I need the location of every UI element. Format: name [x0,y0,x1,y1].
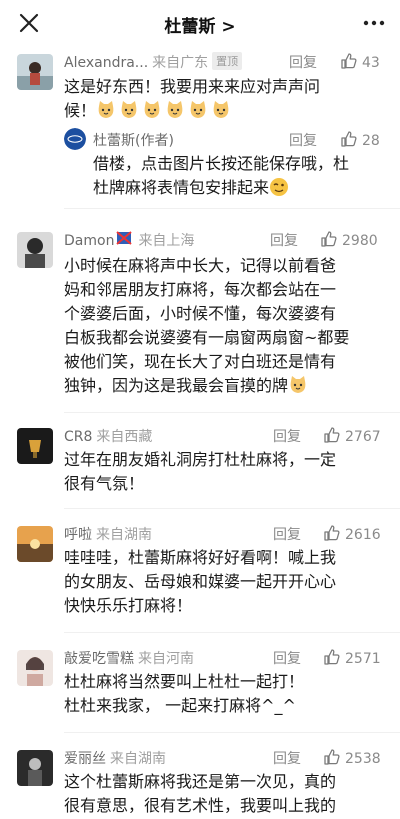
flag-badge-icon [116,231,133,245]
username[interactable]: Alexandra... [64,55,148,71]
reply-button[interactable]: 回复 [270,230,298,250]
location: 来自西藏 [96,429,153,445]
username[interactable]: CR8 [64,429,92,445]
reply-button[interactable]: 回复 [289,130,317,150]
reply-button[interactable]: 回复 [273,648,301,668]
wink-face-icon [270,178,289,196]
like-count: 2538 [345,751,381,767]
avatar[interactable] [17,526,53,562]
username[interactable]: 爱丽丝 [64,751,106,767]
comment-text: 哇哇哇，杜蕾斯麻将好好看啊！喊上我 的女朋友、岳母娘和媒婆一起开开心心 快快乐乐… [64,548,337,615]
comment-text: 杜杜麻将当然要叫上杜杜一起打！ 杜杜来我家， 一起来打麻将^_^ [64,672,305,715]
like-button[interactable]: 2767 [323,426,381,445]
thumbs-up-icon [324,525,340,541]
comment-item: Alexandra... 来自广东 置顶 回复 43 这是好东西！我要用来来应对声声… [0,46,400,197]
more-icon[interactable] [362,14,386,32]
reply-button[interactable]: 回复 [273,524,301,544]
divider [64,412,400,413]
divider [64,508,400,509]
cat-face-icon [144,101,160,118]
like-button[interactable]: 2538 [323,748,381,767]
location: 来自上海 [138,233,195,249]
reply-button[interactable]: 回复 [273,426,301,446]
thumbs-up-icon [324,427,340,443]
comment-text: 小时候在麻将声中长大，记得以前看爸 妈和邻居朋友打麻将，每次都会站在一 个婆婆后… [64,256,350,395]
top-bar: 杜蕾斯 > [0,0,400,46]
cat-face-icon [167,101,183,118]
cat-face-icon [190,101,206,118]
thumbs-up-icon [341,53,357,69]
cat-face-icon [290,376,306,393]
reply-button[interactable]: 回复 [273,748,301,768]
divider [64,632,400,633]
avatar[interactable] [17,428,53,464]
username[interactable]: Damon [64,233,114,249]
thumbs-up-icon [321,231,337,247]
author-reply-text: 借楼，点击图片长按还能保存哦，杜 杜牌麻将表情包安排起来 [93,154,350,197]
cat-face-icon [98,101,114,118]
comment-text: 这是好东西！我要用来来应对声声问 候！ [64,75,384,123]
page-title[interactable]: 杜蕾斯 > [0,12,400,37]
author-avatar[interactable] [64,128,86,150]
like-button[interactable]: 2980 [320,230,378,249]
comment-line: 候！ [64,99,384,123]
avatar[interactable] [17,650,53,686]
like-button[interactable]: 28 [340,130,380,149]
thumbs-up-icon [341,131,357,147]
like-count: 2980 [342,233,378,249]
like-button[interactable]: 2616 [323,524,381,543]
location: 来自湖南 [110,751,166,767]
like-count: 28 [362,133,380,149]
thumbs-up-icon [324,749,340,765]
avatar[interactable] [17,232,53,268]
thumbs-up-icon [324,649,340,665]
like-count: 2767 [345,429,381,445]
like-count: 2616 [345,527,381,543]
comment-text: 这个杜蕾斯麻将我还是第一次见，真的 很有意思，很有艺术性，我要叫上我的 [64,772,337,815]
divider [64,208,400,209]
like-button[interactable]: 2571 [323,648,381,667]
location: 来自湖南 [96,527,152,543]
cat-face-icon [213,101,229,118]
username[interactable]: 敲爱吃雪糕 [64,651,134,667]
pinned-badge: 置顶 [212,52,243,70]
avatar[interactable] [17,750,53,786]
cat-face-icon [121,101,137,118]
author-name[interactable]: 杜蕾斯(作者) [93,133,174,149]
avatar[interactable] [17,54,53,90]
comment-text: 过年在朋友婚礼洞房打杜杜麻将，一定 很有气氛！ [64,450,337,493]
comment-line: 这是好东西！我要用来来应对声声问 [64,77,321,96]
location: 来自河南 [138,651,194,667]
like-count: 43 [362,55,380,71]
like-button[interactable]: 43 [340,52,380,71]
location: 来自广东 [152,55,209,71]
like-count: 2571 [345,651,381,667]
divider [64,732,400,733]
username[interactable]: 呼啦 [64,527,92,543]
reply-button[interactable]: 回复 [289,52,317,72]
